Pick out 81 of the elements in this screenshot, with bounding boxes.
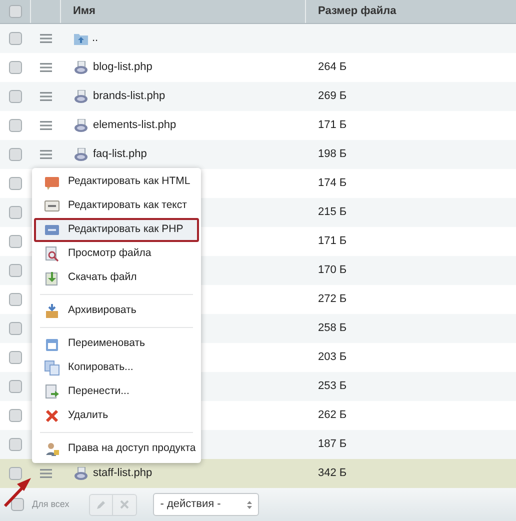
checkbox[interactable]	[9, 61, 22, 74]
menu-item[interactable]: Скачать файл	[34, 266, 199, 290]
php-document-icon	[44, 222, 60, 238]
checkbox[interactable]	[11, 498, 24, 511]
checkbox[interactable]	[9, 438, 22, 451]
box-icon	[44, 303, 60, 319]
file-size: 269 Б	[318, 89, 347, 104]
file-size: 264 Б	[318, 60, 347, 76]
file-size: 253 Б	[318, 379, 347, 394]
menu-item[interactable]: Права на доступ продукта	[34, 437, 199, 461]
checkbox[interactable]	[9, 380, 22, 393]
column-header[interactable]: Имя	[73, 3, 96, 20]
folder-up-icon	[74, 32, 88, 44]
file-size: 258 Б	[318, 321, 347, 336]
menu-item[interactable]: Архивировать	[34, 299, 199, 323]
window-icon	[44, 336, 60, 352]
file-size: 203 Б	[318, 350, 347, 366]
file-icon	[74, 118, 89, 132]
file-size: 342 Б	[318, 466, 347, 482]
for-all-label: Для всех	[32, 498, 70, 511]
menu-icon[interactable]	[40, 34, 52, 43]
menu-icon[interactable]	[40, 121, 52, 130]
file-name[interactable]: blog-list.php	[93, 59, 152, 76]
file-name[interactable]: staff-list.php	[93, 465, 152, 482]
menu-item[interactable]: Копировать...	[34, 356, 199, 380]
file-size: 272 Б	[318, 292, 347, 308]
file-icon	[74, 466, 89, 480]
html-document-icon	[44, 174, 60, 190]
menu-item[interactable]: Просмотр файла	[34, 242, 199, 266]
close-icon	[44, 408, 60, 424]
column-header[interactable]: Размер файла	[318, 3, 396, 20]
text-document-icon	[44, 198, 60, 214]
menu-item[interactable]: Редактировать как PHP	[34, 218, 199, 242]
download-icon	[44, 270, 60, 286]
menu-icon[interactable]	[40, 150, 52, 159]
checkbox[interactable]	[9, 32, 22, 45]
magnifier-document-icon	[44, 246, 60, 262]
pencil-icon	[96, 500, 106, 510]
menu-icon[interactable]	[40, 63, 52, 72]
file-size: 171 Б	[318, 234, 347, 250]
copy-icon	[44, 360, 60, 376]
checkbox[interactable]	[9, 119, 22, 132]
checkbox[interactable]	[9, 177, 22, 190]
checkbox[interactable]	[9, 293, 22, 306]
arrow	[3, 476, 32, 508]
file-name[interactable]: brands-list.php	[93, 88, 166, 105]
menu-item[interactable]: Редактировать как текст	[34, 194, 199, 218]
file-size: 171 Б	[318, 118, 347, 134]
spinner-icon	[247, 500, 252, 508]
move-icon	[44, 384, 60, 400]
file-size: 170 Б	[318, 263, 347, 278]
checkbox[interactable]	[9, 351, 22, 364]
menu-icon[interactable]	[40, 92, 52, 101]
menu-item[interactable]: Перенести...	[34, 380, 199, 404]
menu-item[interactable]: Удалить	[34, 404, 199, 428]
user-icon	[44, 441, 60, 457]
checkbox[interactable]	[9, 322, 22, 335]
checkbox[interactable]	[9, 409, 22, 422]
checkbox[interactable]	[9, 264, 22, 277]
file-name[interactable]: elements-list.php	[93, 117, 176, 134]
checkbox[interactable]	[9, 90, 22, 103]
checkbox[interactable]	[9, 467, 22, 480]
file-icon	[74, 60, 89, 74]
file-size: 262 Б	[318, 408, 347, 424]
file-icon	[74, 90, 89, 104]
file-name[interactable]: faq-list.php	[93, 146, 147, 163]
checkbox[interactable]	[9, 148, 22, 161]
menu-item[interactable]: Переименовать	[34, 332, 199, 356]
actions-select[interactable]: - действия -	[153, 493, 260, 516]
file-size: 187 Б	[318, 437, 347, 452]
file-name[interactable]: ..	[92, 30, 98, 47]
file-size: 174 Б	[318, 176, 347, 192]
checkbox[interactable]	[9, 206, 22, 219]
checkbox[interactable]	[9, 235, 22, 248]
menu-icon[interactable]	[40, 469, 52, 478]
file-size: 198 Б	[318, 147, 347, 162]
menu-item[interactable]: Редактировать как HTML	[34, 170, 199, 194]
checkbox[interactable]	[8, 5, 22, 18]
file-icon	[74, 148, 89, 162]
close-icon	[120, 500, 130, 509]
file-size: 215 Б	[318, 205, 347, 220]
